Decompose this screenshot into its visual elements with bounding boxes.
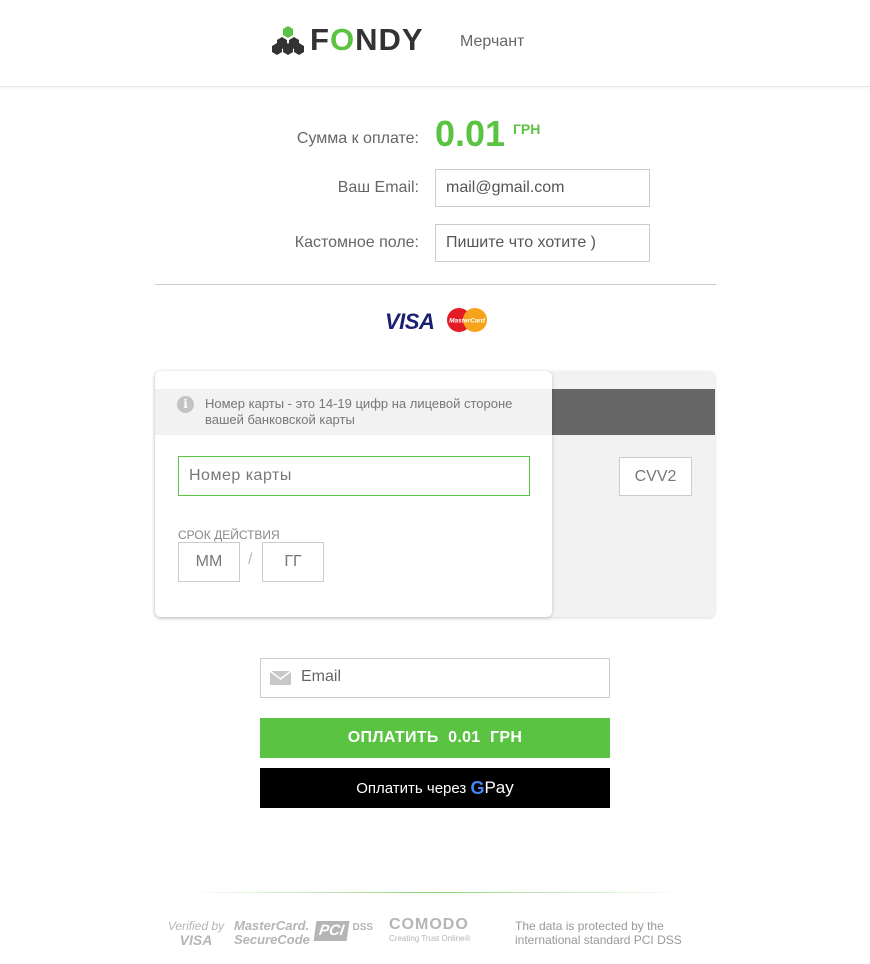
receipt-email-placeholder: Email — [301, 668, 342, 685]
google-pay-button[interactable]: Оплатить через GPay — [260, 768, 610, 808]
merchant-name: Мерчант — [460, 33, 525, 50]
expiry-label: СРОК ДЕЙСТВИЯ — [178, 528, 280, 542]
amount-label: Сумма к оплате: — [296, 130, 419, 147]
google-pay-text: Pay — [484, 778, 514, 797]
expiry-month-input[interactable]: ММ — [178, 542, 240, 582]
expiry-year-input[interactable]: ГГ — [262, 542, 324, 582]
card-number-input[interactable]: Номер карты — [178, 456, 530, 496]
amount-value: 0.01 — [435, 113, 506, 154]
google-g-icon: G — [470, 778, 485, 798]
email-label: Ваш Email: — [337, 179, 419, 196]
google-pay-label: Оплатить через — [356, 780, 467, 797]
footer-divider — [185, 892, 685, 893]
hexagon-cluster-icon — [272, 26, 304, 55]
section-divider — [155, 284, 716, 285]
mastercard-securecode-badge: MasterCard. SecureCode — [234, 918, 310, 947]
card-hint-text: Номер карты - это 14-19 цифр на лицевой … — [205, 396, 513, 427]
page-header: FONDY Мерчант — [0, 0, 870, 87]
amount-currency: ГРН — [513, 121, 541, 137]
expiry-separator: / — [248, 551, 253, 568]
custom-field-label: Кастомное поле: — [294, 234, 419, 251]
pay-button[interactable]: ОПЛАТИТЬ 0.01 ГРН — [260, 718, 610, 758]
magnetic-strip — [552, 389, 715, 435]
mastercard-logo: MasterCard — [447, 308, 487, 332]
email-field[interactable]: mail@gmail.com — [435, 169, 650, 207]
info-icon: i — [177, 396, 194, 413]
brand-name: FONDY — [310, 22, 424, 57]
pci-dss-badge: PCI DSS — [313, 921, 373, 941]
verified-by-visa-badge: Verified by VISA — [167, 919, 225, 948]
comodo-badge: COMODO Creating Trust Online® — [389, 916, 471, 944]
visa-logo: VISA — [385, 309, 435, 334]
svg-text:MasterCard: MasterCard — [449, 318, 486, 325]
pci-protection-text: The data is protected by the internation… — [515, 919, 682, 947]
fondy-logo[interactable]: FONDY — [272, 22, 424, 58]
envelope-icon — [270, 671, 291, 685]
cvv-input[interactable]: CVV2 — [619, 457, 692, 496]
custom-field-input[interactable]: Пишите что хотите ) — [435, 224, 650, 262]
